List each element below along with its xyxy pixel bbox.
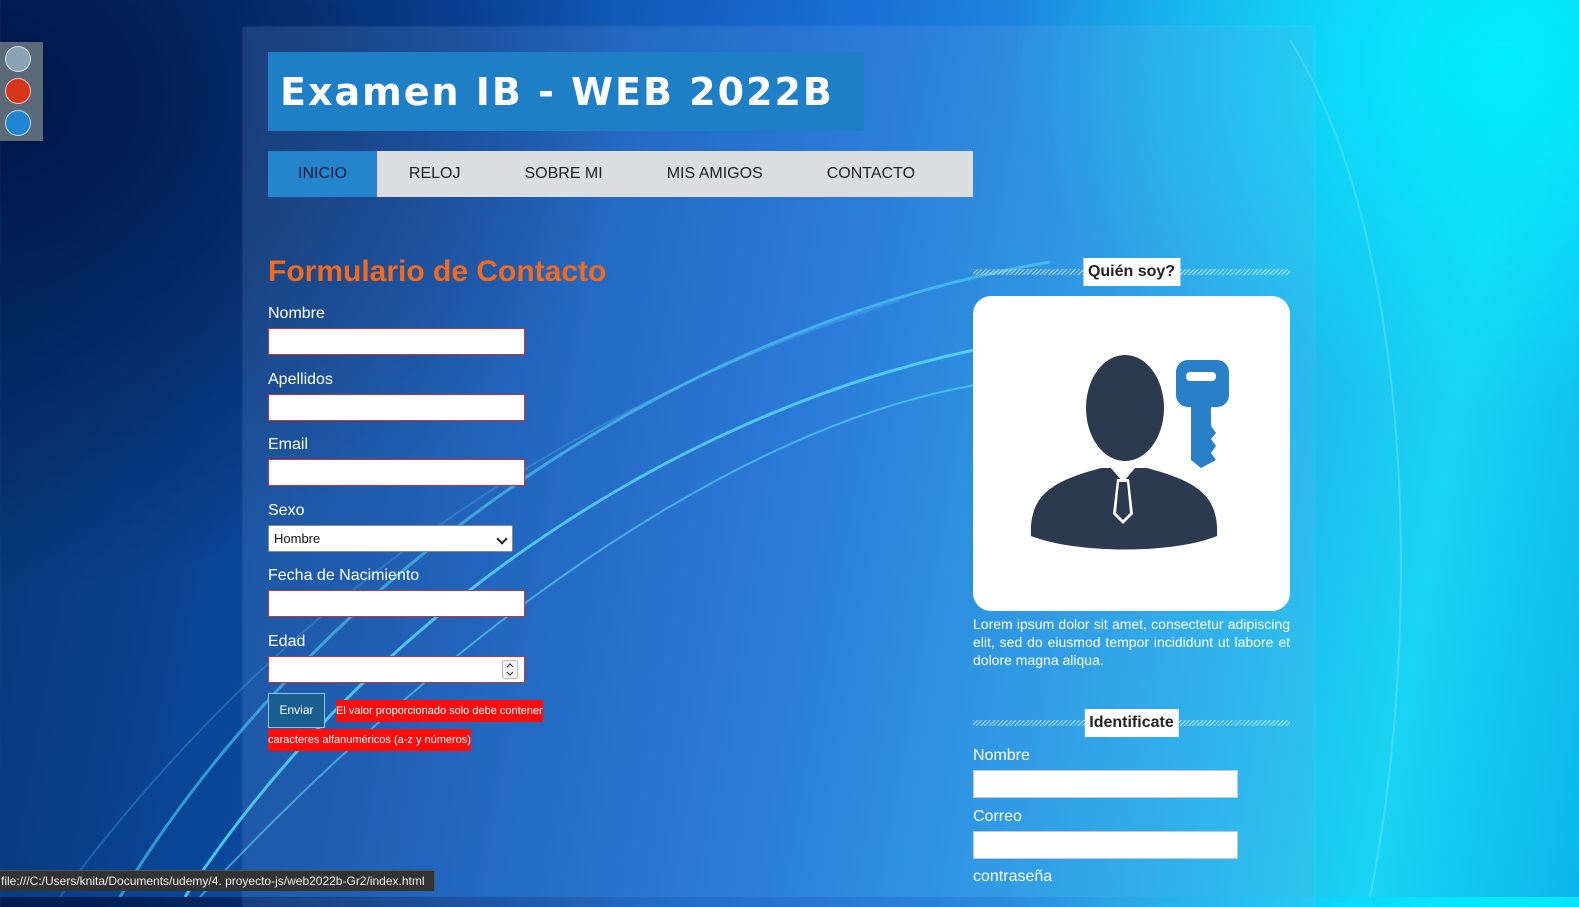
identificate-heading-text: Identificate	[1084, 709, 1179, 737]
edad-input[interactable]	[268, 656, 525, 683]
chevron-down-icon	[496, 533, 508, 545]
nav-item-reloj[interactable]: RELOJ	[377, 151, 493, 197]
nav-item-contacto[interactable]: CONTACTO	[795, 151, 947, 197]
fecha-label: Fecha de Nacimiento	[268, 567, 420, 584]
apellidos-label: Apellidos	[268, 371, 333, 388]
apellidos-input[interactable]	[268, 394, 525, 421]
sexo-select[interactable]: Hombre	[268, 525, 513, 552]
nav-item-mis-amigos[interactable]: MIS AMIGOS	[635, 151, 795, 197]
number-spinner-icon[interactable]	[502, 660, 518, 679]
validation-error: El valor proporcionado solo debe contene…	[268, 697, 548, 755]
login-nombre-label: Nombre	[973, 747, 1030, 764]
login-correo-input[interactable]	[973, 831, 1238, 859]
edad-label: Edad	[268, 633, 306, 650]
email-input[interactable]	[268, 459, 525, 486]
avatar-card	[973, 296, 1290, 611]
identificate-heading: Identificate	[973, 709, 1290, 737]
theme-dot-blue[interactable]	[5, 110, 31, 136]
theme-switcher	[0, 42, 43, 141]
nombre-input[interactable]	[268, 328, 525, 355]
login-password-label: contraseña	[973, 868, 1053, 885]
sexo-label: Sexo	[268, 502, 305, 519]
email-label: Email	[268, 436, 309, 453]
validation-error-text: El valor proporcionado solo debe contene…	[268, 700, 543, 751]
nav-item-sobre-mi[interactable]: SOBRE MI	[492, 151, 634, 197]
site-title: Examen IB - WEB 2022B	[280, 70, 834, 114]
nombre-label: Nombre	[268, 305, 325, 322]
quien-soy-heading-text: Quién soy?	[1082, 258, 1181, 286]
quien-soy-heading: Quién soy?	[973, 258, 1290, 286]
contact-form-title: Formulario de Contacto	[268, 255, 607, 288]
bio-text: Lorem ipsum dolor sit amet, consectetur …	[973, 616, 1290, 668]
sexo-selected-value: Hombre	[274, 531, 321, 546]
status-bar-url: file:///C:/Users/knita/Documents/udemy/4…	[0, 870, 435, 891]
site-header: Examen IB - WEB 2022B	[268, 52, 864, 131]
theme-dot-red[interactable]	[5, 78, 31, 104]
page-container: Examen IB - WEB 2022B INICIO RELOJ SOBRE…	[243, 27, 1314, 907]
user-key-icon	[1030, 355, 1229, 550]
login-nombre-input[interactable]	[973, 770, 1238, 798]
main-nav: INICIO RELOJ SOBRE MI MIS AMIGOS CONTACT…	[268, 151, 973, 197]
theme-dot-gray[interactable]	[5, 46, 31, 72]
login-correo-label: Correo	[973, 808, 1022, 825]
fecha-nacimiento-input[interactable]	[268, 590, 525, 617]
nav-item-inicio[interactable]: INICIO	[268, 151, 377, 197]
